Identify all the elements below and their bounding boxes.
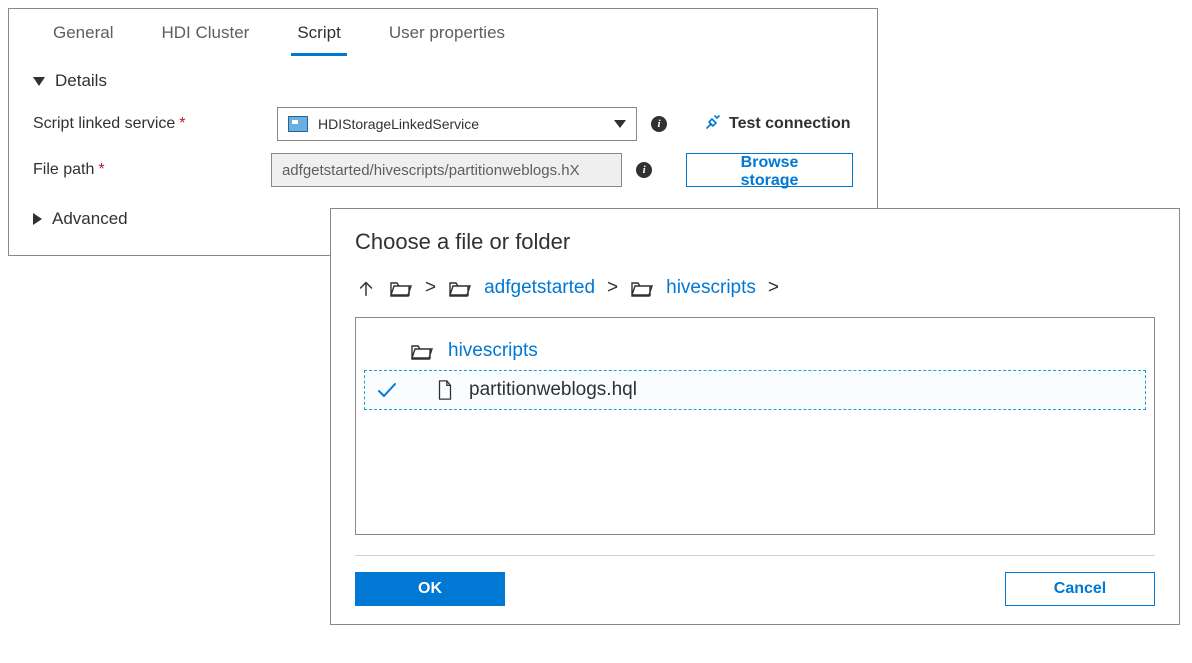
breadcrumb-separator: > — [607, 277, 618, 299]
linked-service-label: Script linked service * — [33, 115, 263, 133]
breadcrumb-seg-hivescripts[interactable]: hivescripts — [666, 277, 756, 299]
section-details[interactable]: Details — [9, 55, 877, 101]
list-item-label: hivescripts — [448, 340, 538, 362]
tab-script[interactable]: Script — [273, 9, 364, 55]
tab-bar: General HDI Cluster Script User properti… — [9, 9, 877, 55]
caret-down-icon — [33, 77, 45, 86]
check-icon — [375, 380, 399, 400]
dialog-title: Choose a file or folder — [355, 229, 1155, 255]
list-item[interactable]: hivescripts — [364, 332, 1146, 370]
plug-icon — [701, 114, 721, 134]
breadcrumb: > adfgetstarted > hivescripts > — [355, 277, 1155, 299]
browse-storage-button[interactable]: Browse storage — [686, 153, 853, 187]
ok-button[interactable]: OK — [355, 572, 505, 606]
file-list: hivescripts partitionweblogs.hql — [355, 317, 1155, 535]
folder-open-icon — [448, 278, 472, 298]
folder-open-icon[interactable] — [389, 278, 413, 298]
file-icon — [435, 379, 455, 401]
up-arrow-icon[interactable] — [355, 277, 377, 299]
tab-user-properties[interactable]: User properties — [365, 9, 529, 55]
section-details-label: Details — [55, 71, 107, 91]
breadcrumb-separator: > — [768, 277, 779, 299]
row-linked-service: Script linked service * HDIStorageLinked… — [9, 101, 877, 147]
list-item[interactable]: partitionweblogs.hql — [364, 370, 1146, 410]
required-marker: * — [98, 161, 104, 179]
info-icon[interactable]: i — [636, 162, 652, 178]
row-file-path: File path * i Browse storage — [9, 147, 877, 193]
test-connection-label: Test connection — [729, 115, 851, 133]
test-connection-button[interactable]: Test connection — [701, 114, 851, 134]
folder-open-icon — [410, 341, 434, 361]
storage-icon — [288, 116, 308, 132]
dialog-footer: OK Cancel — [355, 555, 1155, 606]
tab-hdi-cluster[interactable]: HDI Cluster — [137, 9, 273, 55]
list-item-label: partitionweblogs.hql — [469, 379, 637, 401]
file-chooser-dialog: Choose a file or folder > adfgetstarted … — [330, 208, 1180, 625]
linked-service-select[interactable]: HDIStorageLinkedService — [277, 107, 637, 141]
section-advanced-label: Advanced — [52, 209, 128, 229]
breadcrumb-seg-adfgetstarted[interactable]: adfgetstarted — [484, 277, 595, 299]
cancel-button[interactable]: Cancel — [1005, 572, 1155, 606]
chevron-down-icon — [614, 120, 626, 128]
folder-open-icon — [630, 278, 654, 298]
required-marker: * — [179, 115, 185, 133]
file-path-label: File path * — [33, 161, 257, 179]
tab-general[interactable]: General — [29, 9, 137, 55]
linked-service-value: HDIStorageLinkedService — [318, 116, 479, 132]
file-path-input[interactable] — [271, 153, 622, 187]
info-icon[interactable]: i — [651, 116, 667, 132]
caret-right-icon — [33, 213, 42, 225]
breadcrumb-separator: > — [425, 277, 436, 299]
